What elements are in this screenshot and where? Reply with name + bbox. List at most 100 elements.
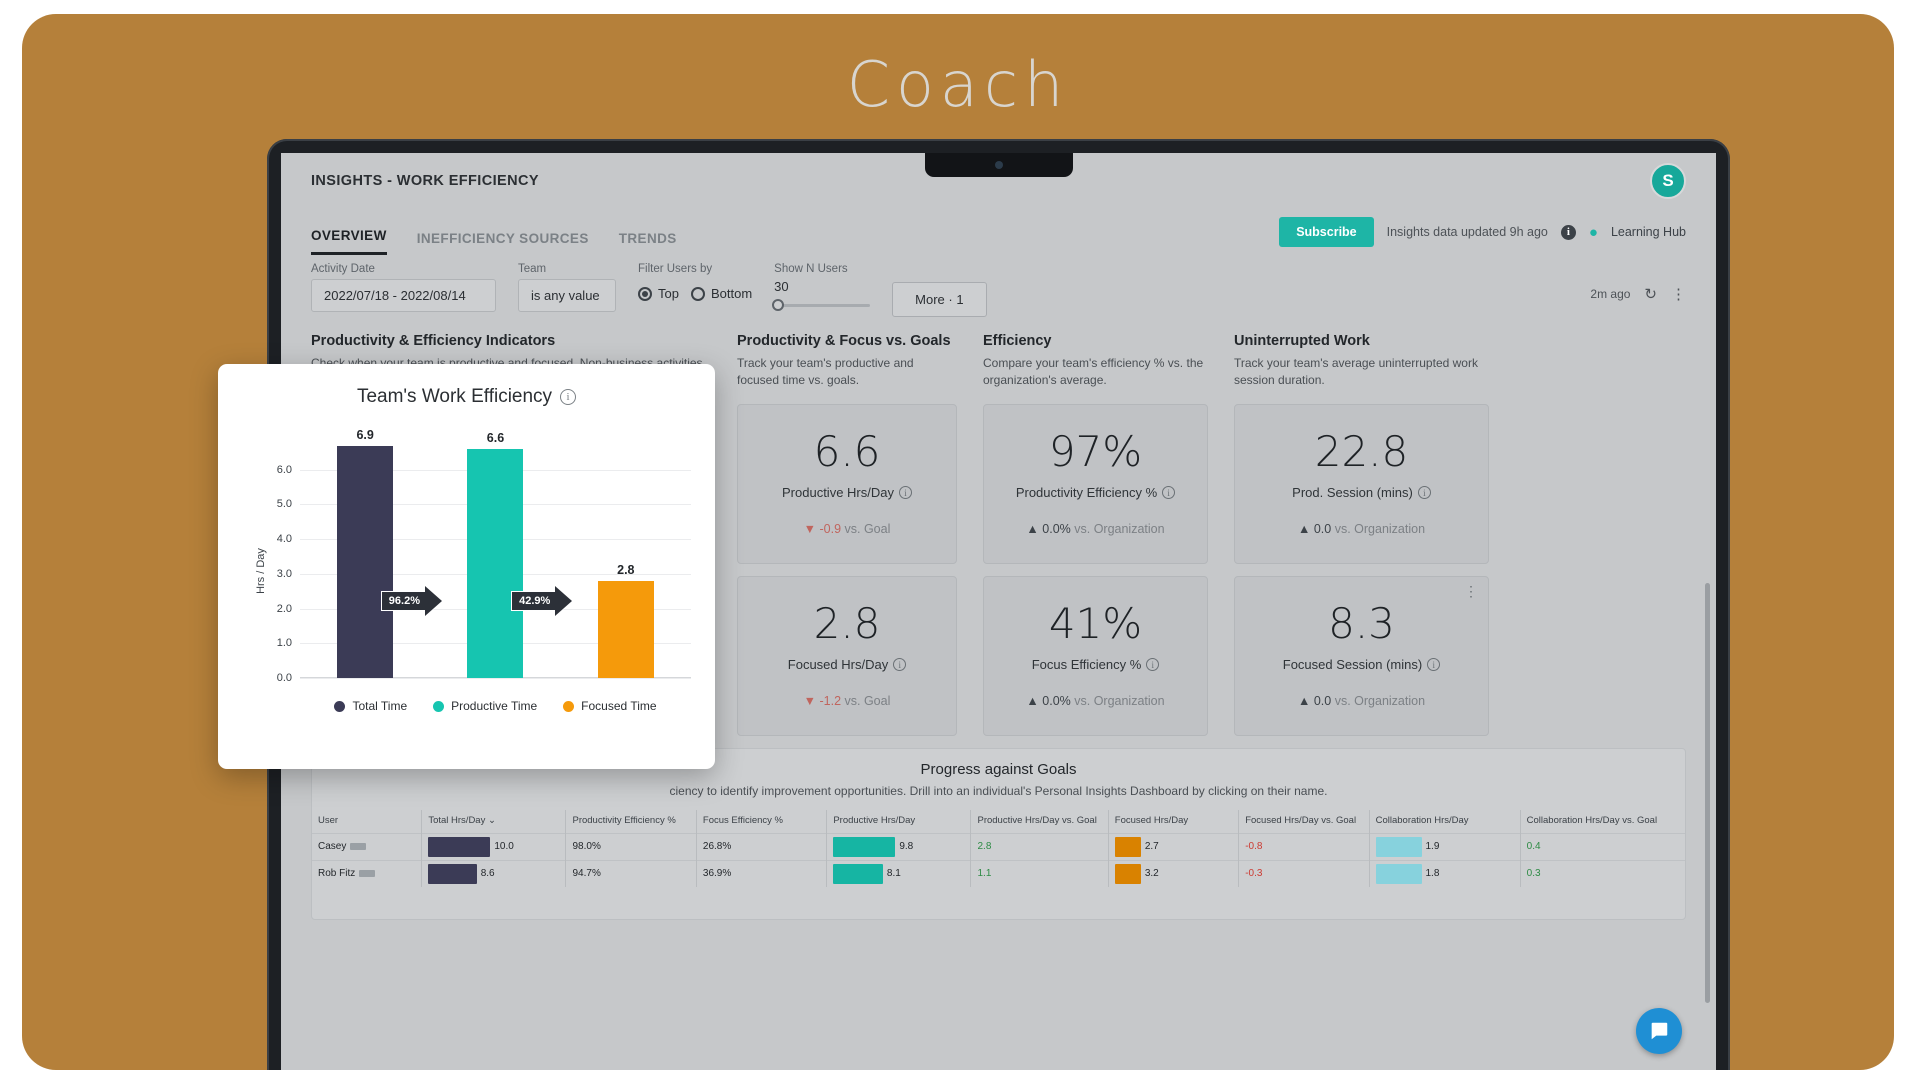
table-row[interactable]: Rob Fitz 8.6 94.7% 36.9% 8.1 1.1 3.2 -0.3 1.8 0.3 — [312, 859, 1685, 887]
chart-legend: Total Time Productive Time Focused Time — [300, 699, 691, 713]
kpi-delta-suffix: vs. Goal — [844, 522, 891, 537]
th-focused-hrs-day-vs-goal[interactable]: Focused Hrs/Day vs. Goal — [1238, 809, 1370, 834]
bar-productive-time[interactable] — [467, 448, 524, 678]
kpi-value: 22.8 — [1314, 427, 1409, 477]
th-productive-hrs-day[interactable]: Productive Hrs/Day — [826, 809, 971, 834]
promo-frame: Coach INSIGHTS - WORK EFFICIENCY S OVERV… — [22, 14, 1894, 1070]
y-tick-label: 2.0 — [276, 602, 292, 615]
kpi-productivity-efficiency[interactable]: 97% Productivity Efficiency % i ▲ 0.0% vs… — [983, 403, 1208, 564]
table-header-row: User Total Hrs/Day ⌄ Productivity Effici… — [312, 809, 1685, 834]
more-filters-button[interactable]: More · 1 — [892, 282, 987, 317]
value: 10.0 — [494, 841, 514, 853]
gridline — [300, 678, 691, 679]
radio-bottom[interactable]: Bottom — [690, 286, 752, 301]
legend-item-3[interactable]: Focused Time — [563, 699, 657, 713]
th-user[interactable]: User — [312, 810, 422, 833]
bar-total-time[interactable] — [337, 446, 394, 678]
th-focus-efficiency[interactable]: Focus Efficiency % — [695, 809, 827, 834]
info-icon[interactable]: i — [1146, 658, 1160, 672]
refresh-icon[interactable]: ↻ — [1644, 285, 1657, 303]
cell-productive-goal: 1.1 — [970, 859, 1109, 887]
kpi-focus-efficiency[interactable]: 41% Focus Efficiency % i ▲ 0.0% vs. Organ… — [983, 575, 1208, 736]
bar-value-label: 6.6 — [486, 430, 505, 445]
value: 1.1 — [977, 868, 992, 880]
kpi-delta-suffix: vs. Goal — [844, 694, 891, 709]
user-name[interactable]: Rob Fitz — [318, 868, 355, 879]
bar-group-1[interactable]: 6.9 — [300, 428, 430, 678]
tabs-row: OVERVIEW INEFFICIENCY SOURCES TRENDS Sub… — [281, 209, 1716, 255]
filter-users-radio-group: Top Bottom — [638, 279, 752, 301]
cell-user: Rob Fitz — [312, 859, 422, 887]
kpi-delta-arrow: ▲ — [1026, 522, 1039, 537]
th-collaboration-hrs-day[interactable]: Collaboration Hrs/Day — [1368, 809, 1521, 834]
vertical-scrollbar[interactable] — [1705, 583, 1710, 1003]
kebab-menu-icon[interactable]: ⋮ — [1671, 285, 1686, 303]
th-collaboration-hrs-day-vs-goal[interactable]: Collaboration Hrs/Day vs. Goal — [1519, 809, 1685, 834]
cell-productive-goal: 2.8 — [970, 832, 1109, 861]
legend-label: Productive Time — [451, 699, 538, 713]
filter-bar-actions: 2m ago ↻ ⋮ — [1590, 285, 1686, 303]
tab-inefficiency-sources[interactable]: INEFFICIENCY SOURCES — [417, 231, 589, 255]
kebab-menu-icon[interactable]: ⋮ — [1464, 583, 1479, 600]
bar-group-3[interactable]: 2.8 — [561, 428, 691, 678]
cell-focus-eff: 26.8% — [695, 832, 827, 861]
page-title: INSIGHTS - WORK EFFICIENCY — [311, 173, 539, 189]
sort-chevron-icon[interactable]: ⌄ — [488, 815, 496, 826]
work-efficiency-chart-popup: Team's Work Efficiency i Hrs / Day 0.0 1.… — [218, 364, 715, 769]
cell-focused-goal: -0.8 — [1238, 832, 1370, 861]
th-productivity-efficiency[interactable]: Productivity Efficiency % — [565, 809, 697, 834]
intercom-chat-button[interactable] — [1636, 1008, 1682, 1054]
kpi-focused-session[interactable]: ⋮ 8.3 Focused Session (mins) i ▲ 0.0 vs. … — [1234, 575, 1489, 736]
redacted-text — [350, 843, 367, 851]
section-productivity-focus-vs-goals: Productivity & Focus vs. Goals Track you… — [737, 333, 957, 390]
th-productive-hrs-day-vs-goal[interactable]: Productive Hrs/Day vs. Goal — [970, 809, 1109, 834]
bar-group-2[interactable]: 6.6 — [430, 428, 560, 678]
radio-bottom-circle[interactable] — [690, 286, 705, 301]
tab-overview[interactable]: OVERVIEW — [311, 228, 387, 255]
info-icon[interactable]: i — [1162, 486, 1176, 500]
activity-date-input[interactable]: 2022/07/18 - 2022/08/14 — [311, 279, 496, 312]
info-icon[interactable]: i — [898, 486, 912, 500]
kpi-label: Focus Efficiency % i — [1032, 657, 1160, 672]
y-tick-label: 5.0 — [276, 498, 292, 511]
th-total-hrs-day[interactable]: Total Hrs/Day ⌄ — [421, 809, 566, 834]
info-icon[interactable]: i — [1427, 658, 1441, 672]
kpi-value: 8.3 — [1328, 599, 1395, 649]
legend-item-2[interactable]: Productive Time — [433, 699, 537, 713]
team-input[interactable]: is any value — [518, 279, 616, 312]
table-row[interactable]: Casey 10.0 98.0% 26.8% 9.8 2.8 2.7 -0.8 1.9 0.4 — [312, 832, 1685, 861]
radio-top[interactable]: Top — [638, 286, 679, 301]
info-icon[interactable]: i — [1417, 486, 1431, 500]
kpi-col-goals: 6.6 Productive Hrs/Day i ▼ -0.9 vs. Goal … — [737, 403, 957, 736]
kpi-focused-hrs-day[interactable]: 2.8 Focused Hrs/Day i ▼ -1.2 vs. Goal — [737, 575, 957, 736]
tab-trends[interactable]: TRENDS — [619, 231, 677, 255]
bar-value-label: 2.8 — [617, 562, 635, 577]
table-body: Casey 10.0 98.0% 26.8% 9.8 2.8 2.7 -0.8 1.9 0.4 Ro… — [312, 832, 1685, 887]
learning-hub-link[interactable]: Learning Hub — [1611, 225, 1686, 239]
th-focused-hrs-day[interactable]: Focused Hrs/Day — [1107, 809, 1239, 834]
chat-bubble-icon — [1651, 1022, 1668, 1040]
slider-handle[interactable] — [772, 299, 785, 311]
kpi-delta: ▼ -1.2 vs. Goal — [804, 694, 891, 708]
show-n-users-slider[interactable] — [772, 299, 871, 311]
subscribe-button[interactable]: Subscribe — [1279, 217, 1374, 247]
kpi-value: 41% — [1048, 599, 1143, 649]
kpi-label-text: Focused Session (mins) — [1282, 657, 1423, 673]
avatar[interactable]: S — [1650, 163, 1686, 199]
info-icon[interactable]: i — [893, 658, 907, 672]
kpi-label: Focused Hrs/Day i — [788, 657, 907, 672]
info-icon[interactable]: i — [560, 389, 577, 405]
info-icon[interactable]: i — [1560, 224, 1576, 240]
section-title: Efficiency — [983, 333, 1052, 349]
kpi-productive-hrs-day[interactable]: 6.6 Productive Hrs/Day i ▼ -0.9 vs. Goal — [737, 403, 957, 564]
section-desc: Track your team's productive and focused… — [737, 356, 914, 388]
kpi-prod-session[interactable]: 22.8 Prod. Session (mins) i ▲ 0.0 vs. Org… — [1234, 403, 1489, 564]
value: -0.8 — [1245, 841, 1263, 853]
radio-top-circle[interactable] — [638, 286, 652, 301]
user-name[interactable]: Casey — [318, 841, 346, 852]
legend-item-1[interactable]: Total Time — [334, 699, 407, 713]
y-tick-label: 6.0 — [276, 463, 292, 476]
filter-label-show-n-users: Show N Users — [774, 263, 848, 275]
header-actions: Subscribe Insights data updated 9h ago i… — [1279, 217, 1686, 247]
bar-focused-time[interactable] — [597, 580, 654, 678]
